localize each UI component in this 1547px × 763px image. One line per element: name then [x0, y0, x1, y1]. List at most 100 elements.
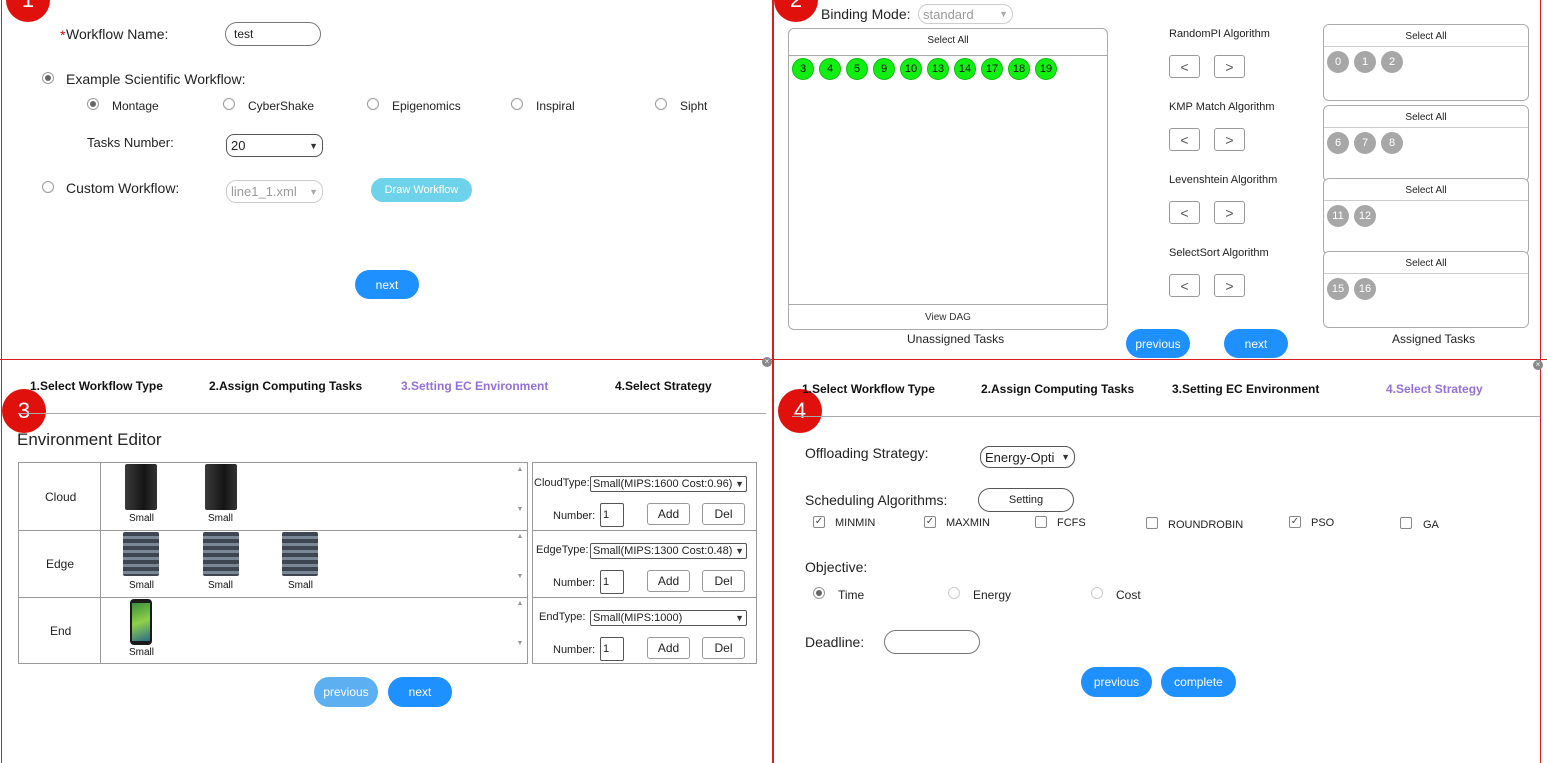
- cloud-add-button[interactable]: Add: [647, 503, 690, 525]
- move-right-button[interactable]: >: [1214, 274, 1245, 297]
- custom-workflow-value: line1_1.xml: [231, 184, 297, 199]
- example-workflow-radio[interactable]: [42, 72, 54, 84]
- select-all-assigned[interactable]: Select All: [1324, 112, 1528, 123]
- close-icon[interactable]: ×: [1533, 360, 1543, 370]
- move-left-button[interactable]: <: [1169, 274, 1200, 297]
- view-dag-link[interactable]: View DAG: [789, 312, 1107, 323]
- step-select-workflow[interactable]: 1.Select Workflow Type: [802, 382, 935, 396]
- close-icon[interactable]: ×: [762, 357, 772, 367]
- step-assign-tasks[interactable]: 2.Assign Computing Tasks: [981, 382, 1134, 396]
- maxmin-checkbox[interactable]: ✓: [924, 516, 936, 528]
- binding-mode-select[interactable]: standard ▼: [918, 4, 1013, 24]
- cloud-number-input[interactable]: 1: [600, 503, 624, 527]
- previous-button[interactable]: previous: [1081, 667, 1152, 697]
- step-ec-environment[interactable]: 3.Setting EC Environment: [1172, 382, 1319, 396]
- task-node[interactable]: 3: [792, 58, 814, 80]
- assigned-task-node[interactable]: 16: [1354, 278, 1376, 300]
- edge-server-icon[interactable]: [123, 532, 159, 576]
- assigned-task-node[interactable]: 0: [1327, 51, 1349, 73]
- custom-workflow-radio[interactable]: [42, 181, 54, 193]
- cloud-server-icon[interactable]: [205, 464, 237, 510]
- montage-radio[interactable]: [87, 98, 99, 110]
- draw-workflow-button[interactable]: Draw Workflow: [371, 178, 472, 202]
- cloud-server-icon[interactable]: [125, 464, 157, 510]
- select-all-assigned[interactable]: Select All: [1324, 31, 1528, 42]
- edge-server-icon[interactable]: [203, 532, 239, 576]
- task-node[interactable]: 10: [900, 58, 922, 80]
- assigned-task-node[interactable]: 15: [1327, 278, 1349, 300]
- inspiral-radio[interactable]: [511, 98, 523, 110]
- assigned-task-node[interactable]: 12: [1354, 205, 1376, 227]
- cost-radio[interactable]: [1091, 587, 1103, 599]
- scrollbar[interactable]: ▲ ▼: [515, 532, 525, 595]
- assigned-task-node[interactable]: 11: [1327, 205, 1349, 227]
- next-button[interactable]: next: [355, 270, 419, 299]
- ga-checkbox[interactable]: [1400, 517, 1412, 529]
- tasks-number-value: 20: [231, 138, 246, 153]
- select-all-assigned[interactable]: Select All: [1324, 258, 1528, 269]
- custom-workflow-select[interactable]: line1_1.xml ▼: [226, 180, 323, 203]
- select-all-unassigned[interactable]: Select All: [789, 35, 1107, 46]
- edge-server-icon[interactable]: [282, 532, 318, 576]
- task-node[interactable]: 4: [819, 58, 841, 80]
- move-left-button[interactable]: <: [1169, 55, 1200, 78]
- time-radio[interactable]: [813, 587, 825, 599]
- workflow-name-input[interactable]: test: [225, 22, 321, 46]
- phone-icon[interactable]: [130, 599, 152, 645]
- move-left-button[interactable]: <: [1169, 201, 1200, 224]
- pso-checkbox[interactable]: ✓: [1289, 516, 1301, 528]
- next-button[interactable]: next: [1224, 329, 1288, 358]
- cloud-del-button[interactable]: Del: [702, 503, 745, 525]
- tasks-number-select[interactable]: 20 ▼: [226, 134, 323, 157]
- task-node[interactable]: 9: [873, 58, 895, 80]
- energy-radio[interactable]: [948, 587, 960, 599]
- select-all-assigned[interactable]: Select All: [1324, 185, 1528, 196]
- step-select-workflow[interactable]: 1.Select Workflow Type: [30, 379, 163, 393]
- previous-button[interactable]: previous: [314, 677, 378, 707]
- move-right-button[interactable]: >: [1214, 128, 1245, 151]
- complete-button[interactable]: complete: [1161, 667, 1236, 697]
- move-right-button[interactable]: >: [1214, 55, 1245, 78]
- previous-button[interactable]: previous: [1126, 329, 1190, 358]
- assigned-task-node[interactable]: 6: [1327, 132, 1349, 154]
- assigned-task-node[interactable]: 8: [1381, 132, 1403, 154]
- edge-number-input[interactable]: 1: [600, 570, 624, 594]
- end-del-button[interactable]: Del: [702, 637, 745, 659]
- fcfs-checkbox[interactable]: [1035, 516, 1047, 528]
- assigned-task-node[interactable]: 7: [1354, 132, 1376, 154]
- task-node[interactable]: 17: [981, 58, 1003, 80]
- minmin-checkbox[interactable]: ✓: [813, 516, 825, 528]
- step-select-strategy[interactable]: 4.Select Strategy: [615, 379, 712, 393]
- deadline-input[interactable]: [884, 630, 980, 654]
- offloading-strategy-select[interactable]: Energy-Opti ▼: [980, 446, 1075, 468]
- scrollbar[interactable]: ▲ ▼: [515, 599, 525, 662]
- step-assign-tasks[interactable]: 2.Assign Computing Tasks: [209, 379, 362, 393]
- move-left-button[interactable]: <: [1169, 128, 1200, 151]
- task-node[interactable]: 19: [1035, 58, 1057, 80]
- end-number-value: 1: [603, 643, 610, 655]
- edge-type-select[interactable]: Small(MIPS:1300 Cost:0.48) ▼: [590, 543, 747, 559]
- setting-button[interactable]: Setting: [978, 488, 1074, 512]
- sipht-radio[interactable]: [655, 98, 667, 110]
- step-ec-environment[interactable]: 3.Setting EC Environment: [401, 379, 548, 393]
- next-button[interactable]: next: [388, 677, 452, 707]
- assigned-task-node[interactable]: 1: [1354, 51, 1376, 73]
- cybershake-radio[interactable]: [223, 98, 235, 110]
- epigenomics-radio[interactable]: [367, 98, 379, 110]
- task-node[interactable]: 18: [1008, 58, 1030, 80]
- task-node[interactable]: 14: [954, 58, 976, 80]
- scrollbar[interactable]: ▲ ▼: [515, 465, 525, 528]
- edge-add-button[interactable]: Add: [647, 570, 690, 592]
- end-number-input[interactable]: 1: [600, 637, 624, 661]
- task-node[interactable]: 13: [927, 58, 949, 80]
- assigned-task-node[interactable]: 2: [1381, 51, 1403, 73]
- move-right-button[interactable]: >: [1214, 201, 1245, 224]
- end-add-button[interactable]: Add: [647, 637, 690, 659]
- step-select-strategy[interactable]: 4.Select Strategy: [1386, 382, 1483, 396]
- roundrobin-checkbox[interactable]: [1146, 517, 1158, 529]
- edge-del-button[interactable]: Del: [702, 570, 745, 592]
- panel-ec-environment: 3 1.Select Workflow Type 2.Assign Comput…: [0, 361, 772, 763]
- end-type-select[interactable]: Small(MIPS:1000) ▼: [590, 610, 747, 626]
- task-node[interactable]: 5: [846, 58, 868, 80]
- cloud-type-select[interactable]: Small(MIPS:1600 Cost:0.96) ▼: [590, 476, 747, 492]
